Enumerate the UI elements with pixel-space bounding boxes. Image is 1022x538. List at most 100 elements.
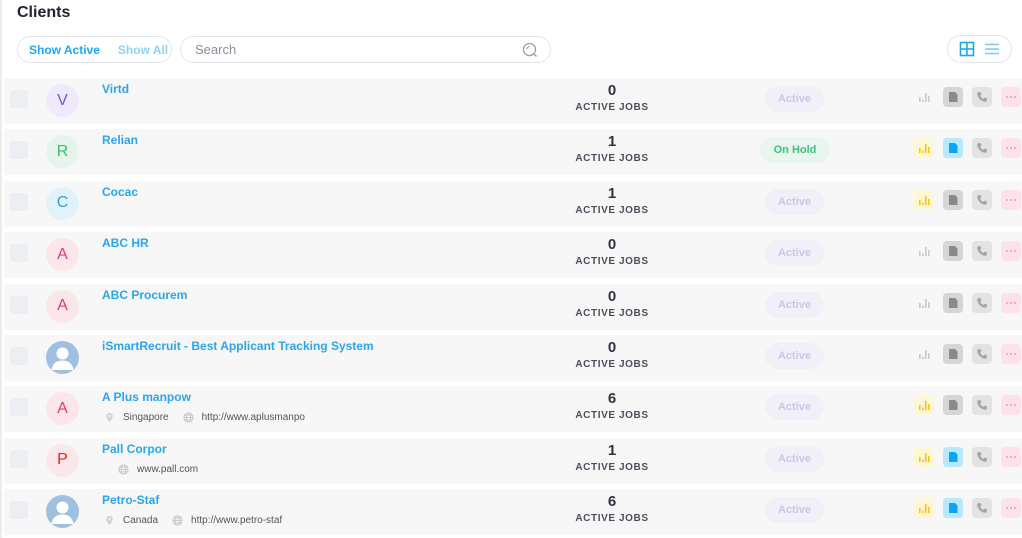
call-button[interactable] [972, 446, 992, 467]
status-badge[interactable]: Active [765, 445, 824, 472]
call-button[interactable] [972, 138, 992, 159]
more-dots-icon [1006, 96, 1016, 98]
client-name-link[interactable]: Pall Corpor [102, 442, 167, 456]
client-row[interactable]: C Cocac 1 ACTIVE JOBS Active [4, 180, 1022, 227]
search-input[interactable] [195, 42, 522, 57]
location-pin-icon [106, 413, 113, 423]
stats-button[interactable] [914, 241, 934, 261]
row-checkbox[interactable] [10, 501, 28, 520]
status-badge[interactable]: Active [765, 86, 824, 112]
row-checkbox[interactable] [10, 192, 28, 211]
client-row[interactable]: V Virtd 0 ACTIVE JOBS Active [4, 78, 1022, 124]
client-row[interactable]: Petro-Staf Canada http://www.petro-staf 6… [4, 489, 1022, 536]
client-name-link[interactable]: iSmartRecruit - Best Applicant Tracking … [102, 339, 374, 353]
client-name-link[interactable]: ABC HR [102, 236, 149, 250]
document-button[interactable] [943, 87, 963, 107]
active-jobs-count: 6 [607, 390, 617, 408]
more-dots-icon [1006, 404, 1016, 407]
row-checkbox[interactable] [10, 346, 28, 365]
client-website[interactable]: www.pall.com [118, 464, 198, 475]
active-jobs-count: 1 [607, 441, 617, 459]
more-options-button[interactable] [1001, 343, 1021, 364]
more-options-button[interactable] [1001, 498, 1021, 519]
more-options-button[interactable] [1001, 446, 1021, 467]
more-options-button[interactable] [1001, 395, 1021, 416]
active-jobs: 0 ACTIVE JOBS [572, 339, 652, 370]
call-button[interactable] [972, 395, 992, 416]
more-dots-icon [1006, 507, 1016, 510]
call-button[interactable] [972, 498, 992, 519]
stats-button[interactable] [914, 138, 934, 159]
stats-button[interactable] [914, 293, 934, 313]
client-row[interactable]: A ABC HR 0 ACTIVE JOBS Active [4, 232, 1022, 279]
document-button[interactable] [943, 292, 963, 313]
client-website[interactable]: http://www.petro-staf [172, 515, 282, 526]
more-options-button[interactable] [1001, 189, 1021, 210]
client-row[interactable]: R Relian 1 ACTIVE JOBS On Hold [4, 129, 1022, 176]
client-website[interactable]: http://www.aplusmanpo [183, 412, 305, 423]
more-options-button[interactable] [1001, 292, 1021, 313]
status-badge[interactable]: Active [765, 291, 824, 318]
grid-view-icon[interactable] [959, 41, 975, 57]
bar-chart-icon [919, 247, 930, 257]
row-actions [914, 343, 1021, 364]
status-badge[interactable]: Active [765, 394, 824, 421]
row-checkbox[interactable] [10, 449, 28, 468]
more-options-button[interactable] [1001, 138, 1021, 159]
row-checkbox[interactable] [10, 295, 28, 314]
client-row[interactable]: A ABC Procurem 0 ACTIVE JOBS Active [4, 283, 1022, 330]
stats-button[interactable] [914, 87, 934, 107]
client-name-link[interactable]: Cocac [102, 185, 138, 199]
status-badge[interactable]: Active [765, 497, 824, 524]
stats-button[interactable] [914, 395, 934, 416]
status-badge[interactable]: Active [765, 342, 824, 369]
call-button[interactable] [972, 292, 992, 313]
client-name-link[interactable]: Relian [102, 133, 138, 147]
stats-button[interactable] [914, 344, 934, 364]
client-name-link[interactable]: Petro-Staf [102, 493, 159, 507]
document-button[interactable] [943, 189, 963, 210]
document-button[interactable] [943, 446, 963, 467]
row-actions [914, 138, 1021, 159]
status-badge[interactable]: Active [765, 188, 824, 215]
phone-icon [977, 194, 987, 205]
document-button[interactable] [943, 241, 963, 262]
more-options-button[interactable] [1001, 241, 1021, 262]
row-checkbox[interactable] [10, 244, 28, 263]
call-button[interactable] [972, 241, 992, 262]
client-row[interactable]: A A Plus manpow Singapore http://www.aplu… [4, 386, 1022, 433]
status-badge[interactable]: On Hold [760, 137, 830, 164]
call-button[interactable] [972, 343, 992, 364]
call-button[interactable] [972, 87, 992, 107]
status-badge[interactable]: Active [765, 240, 824, 267]
list-view-icon[interactable] [984, 41, 1000, 57]
document-button[interactable] [943, 343, 963, 364]
client-name-link[interactable]: A Plus manpow [102, 390, 191, 404]
show-all-button[interactable]: Show All [118, 43, 168, 57]
client-name-link[interactable]: ABC Procurem [102, 288, 187, 302]
bar-chart-icon [919, 195, 930, 205]
row-checkbox[interactable] [10, 141, 28, 160]
document-button[interactable] [943, 498, 963, 519]
more-options-button[interactable] [1001, 87, 1021, 107]
row-checkbox[interactable] [10, 90, 28, 108]
stats-button[interactable] [914, 189, 934, 210]
document-button[interactable] [943, 138, 963, 159]
row-checkbox[interactable] [10, 398, 28, 417]
client-name-link[interactable]: Virtd [102, 82, 129, 96]
show-active-button[interactable]: Show Active [29, 43, 100, 57]
active-jobs-label: ACTIVE JOBS [575, 513, 649, 525]
row-actions [914, 292, 1021, 313]
client-row[interactable]: P Pall Corpor www.pall.com 1 ACTIVE JOBS… [4, 437, 1022, 484]
active-jobs-label: ACTIVE JOBS [575, 204, 649, 216]
search-icon[interactable] [522, 42, 538, 58]
document-button[interactable] [943, 395, 963, 416]
active-jobs-count: 1 [607, 184, 617, 202]
phone-icon [977, 451, 987, 462]
active-jobs-label: ACTIVE JOBS [575, 102, 649, 113]
stats-button[interactable] [914, 446, 934, 467]
active-jobs-count: 0 [607, 338, 617, 356]
stats-button[interactable] [914, 498, 934, 519]
call-button[interactable] [972, 189, 992, 210]
client-row[interactable]: iSmartRecruit - Best Applicant Tracking … [4, 334, 1022, 381]
